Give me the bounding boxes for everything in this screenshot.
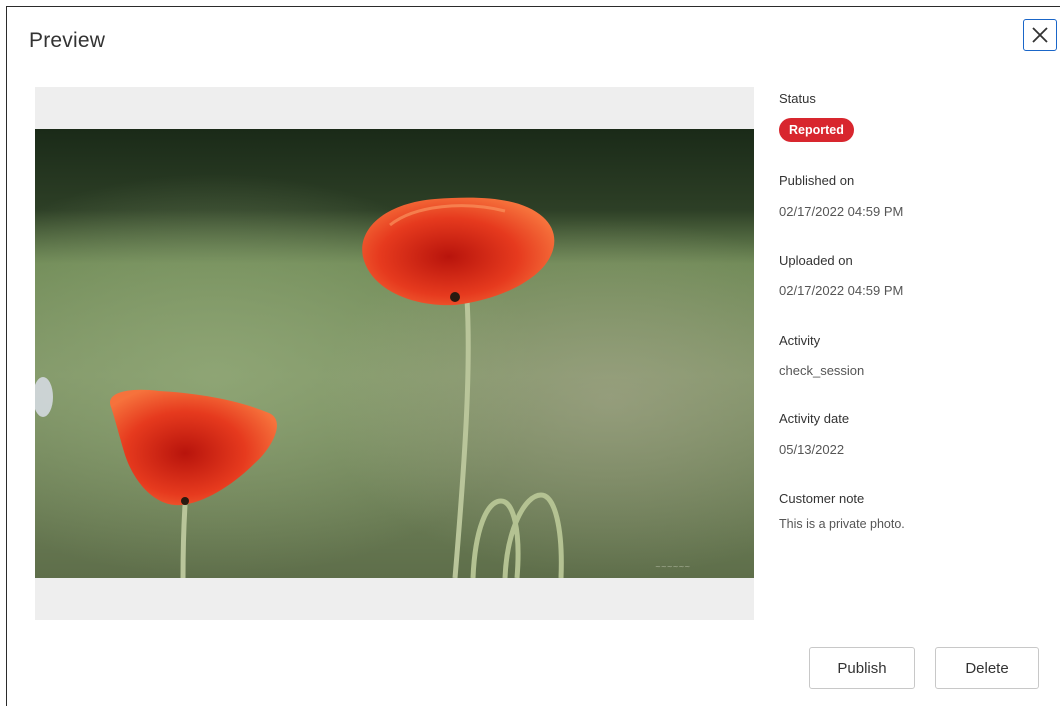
published-value: 02/17/2022 04:59 PM	[779, 204, 904, 219]
status-badge: Reported	[779, 118, 854, 142]
uploaded-value: 02/17/2022 04:59 PM	[779, 283, 904, 298]
customer-note-value: This is a private photo.	[779, 517, 905, 531]
activity-date-label: Activity date	[779, 411, 850, 426]
activity-date-value: 05/13/2022	[779, 442, 845, 457]
publish-button[interactable]: Publish	[809, 647, 915, 689]
close-icon	[1032, 27, 1048, 43]
svg-text:~~~~~~: ~~~~~~	[655, 563, 690, 571]
customer-note-label: Customer note	[779, 491, 865, 506]
image-viewer: ~~~~~~	[35, 87, 754, 620]
activity-value: check_session	[779, 363, 865, 378]
close-button[interactable]	[1023, 19, 1057, 51]
status-label: Status	[779, 91, 816, 106]
preview-dialog: Preview ~~~~~~ Status Reported Published…	[6, 6, 1060, 706]
published-label: Published on	[779, 173, 855, 188]
dialog-title: Preview	[29, 29, 106, 52]
uploaded-label: Uploaded on	[779, 253, 853, 268]
preview-photo: ~~~~~~	[35, 129, 754, 578]
delete-button[interactable]: Delete	[935, 647, 1039, 689]
activity-label: Activity	[779, 333, 821, 348]
